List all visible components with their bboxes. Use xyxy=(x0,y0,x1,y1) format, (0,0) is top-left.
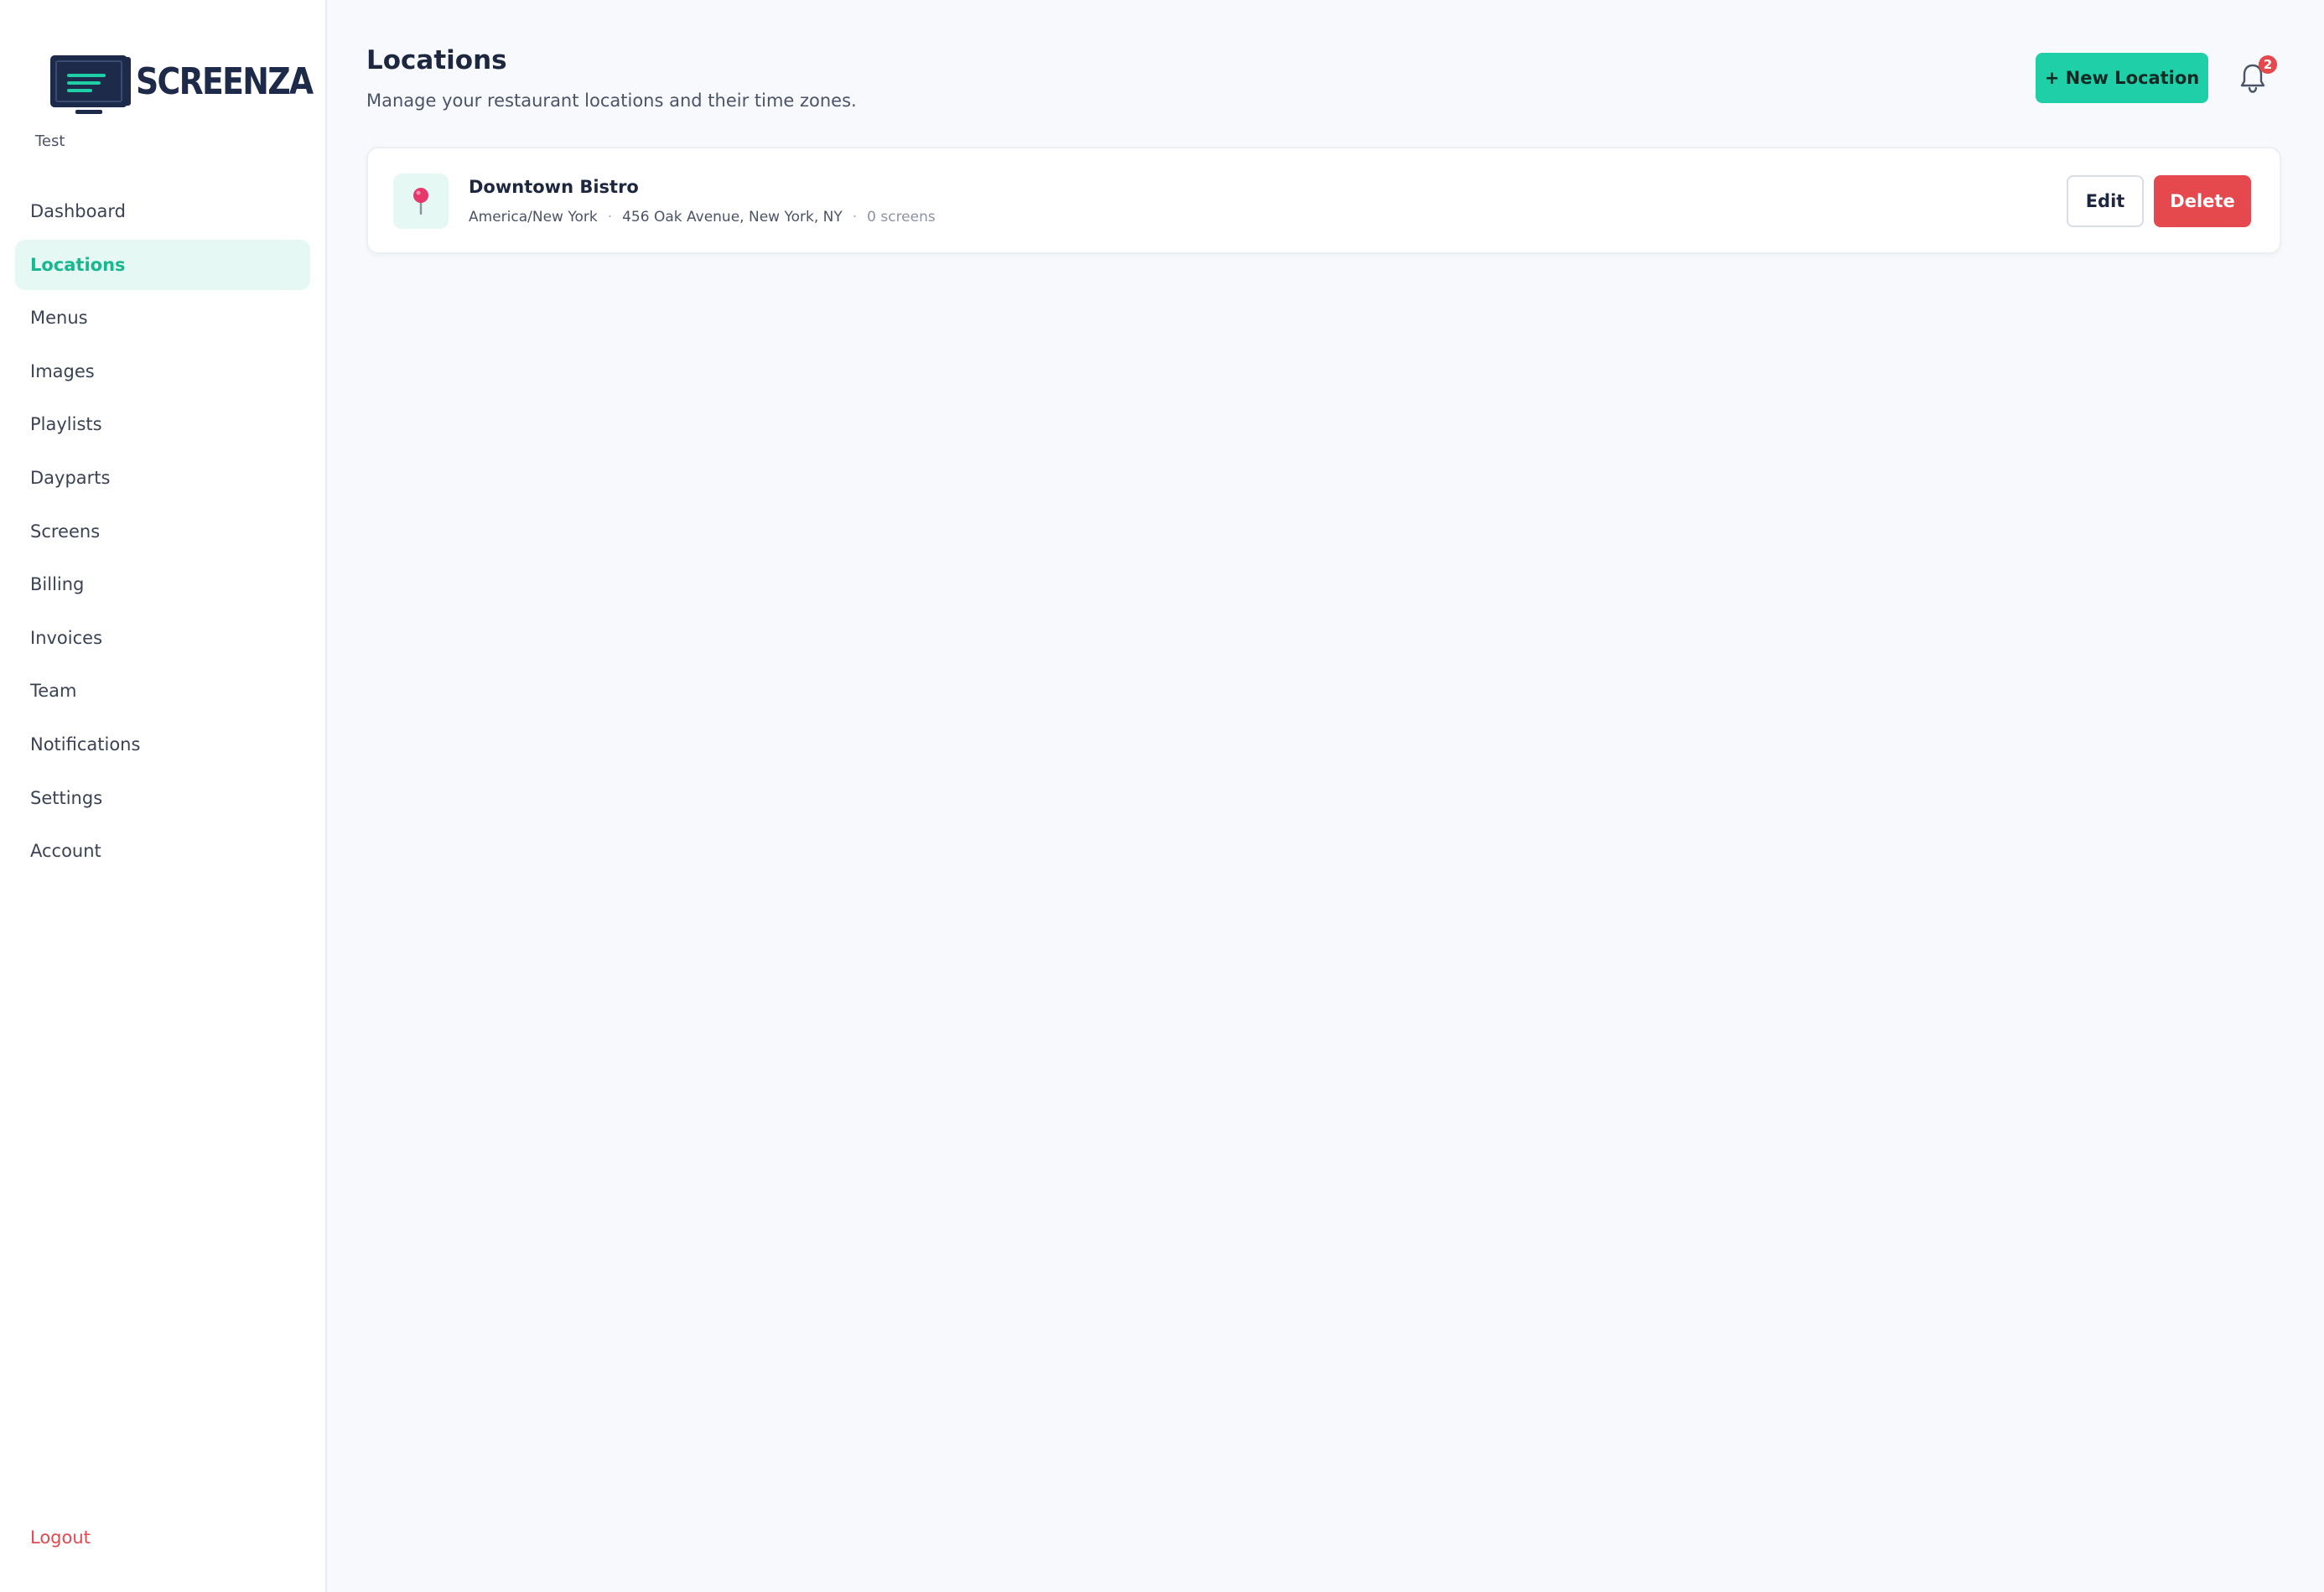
sidebar-item-settings[interactable]: Settings xyxy=(15,773,310,823)
meta-separator: · xyxy=(607,209,613,226)
edit-location-button[interactable]: Edit xyxy=(2067,175,2144,227)
delete-location-button[interactable]: Delete xyxy=(2154,175,2251,227)
new-location-button[interactable]: + New Location xyxy=(2036,53,2208,103)
brand-logo[interactable]: SCREENZA xyxy=(50,55,341,114)
sidebar-item-dayparts[interactable]: Dayparts xyxy=(15,453,310,503)
sidebar-item-dashboard[interactable]: Dashboard xyxy=(15,186,310,236)
brand-name: SCREENZA xyxy=(136,60,314,103)
meta-separator: · xyxy=(852,209,858,226)
sidebar-item-playlists[interactable]: Playlists xyxy=(15,399,310,449)
sidebar-item-invoices[interactable]: Invoices xyxy=(15,613,310,663)
sidebar-item-images[interactable]: Images xyxy=(15,346,310,397)
sidebar-item-menus[interactable]: Menus xyxy=(15,293,310,343)
page-title: Locations xyxy=(366,45,507,75)
location-meta: America/New York · 456 Oak Avenue, New Y… xyxy=(469,209,936,226)
sidebar-item-screens[interactable]: Screens xyxy=(15,506,310,557)
sidebar-item-billing[interactable]: Billing xyxy=(15,559,310,609)
sidebar-item-notifications[interactable]: Notifications xyxy=(15,719,310,770)
sidebar-nav: Dashboard Locations Menus Images Playlis… xyxy=(15,186,310,879)
organization-name: Test xyxy=(35,132,65,150)
location-card: Downtown Bistro America/New York · 456 O… xyxy=(366,147,2281,254)
location-icon-box xyxy=(393,174,449,229)
location-name: Downtown Bistro xyxy=(469,177,639,197)
sidebar-item-team[interactable]: Team xyxy=(15,666,310,716)
main-content: Locations Manage your restaurant locatio… xyxy=(327,0,2324,1592)
screen-logo-icon xyxy=(50,55,127,114)
notification-count-badge: 2 xyxy=(2259,55,2277,74)
logout-link[interactable]: Logout xyxy=(30,1527,91,1548)
page-subtitle: Manage your restaurant locations and the… xyxy=(366,91,857,111)
map-pin-icon xyxy=(413,188,428,215)
sidebar-item-account[interactable]: Account xyxy=(15,826,310,876)
location-address: 456 Oak Avenue, New York, NY xyxy=(622,209,843,226)
sidebar: SCREENZA Test Dashboard Locations Menus … xyxy=(0,0,327,1592)
location-timezone: America/New York xyxy=(469,209,598,226)
sidebar-item-locations[interactable]: Locations xyxy=(15,239,310,290)
location-screen-count: 0 screens xyxy=(867,209,936,226)
